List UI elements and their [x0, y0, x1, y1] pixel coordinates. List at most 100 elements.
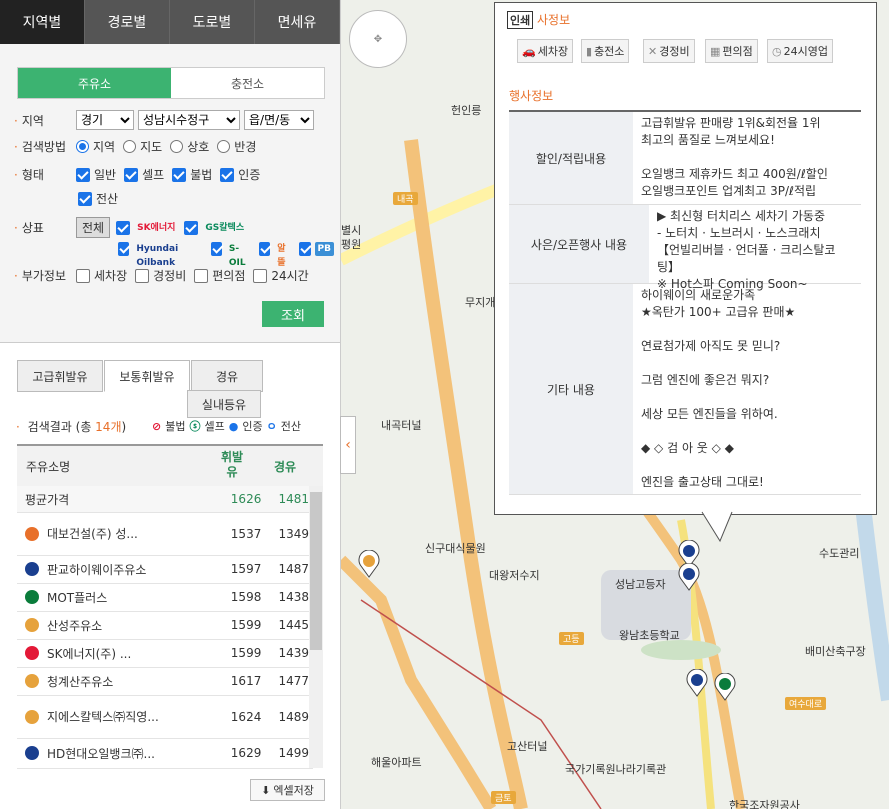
- illegal-icon: ⊘: [152, 419, 162, 433]
- map-label: 대왕저수지: [489, 569, 540, 582]
- tab-regular-gasoline[interactable]: 보통휘발유: [104, 360, 190, 392]
- popup-pointer: [701, 511, 733, 543]
- brand-label: 상표: [14, 219, 76, 236]
- checkbox-icon[interactable]: [184, 220, 199, 235]
- checkbox-icon: [78, 191, 92, 206]
- town-select[interactable]: 읍/면/동: [244, 110, 314, 130]
- map-label: 국가기록원나라기록관: [565, 763, 667, 776]
- method-map[interactable]: 지도: [123, 138, 162, 155]
- brand-all-button[interactable]: 전체: [76, 217, 111, 238]
- hyundai-oilbank-icon: [25, 746, 39, 760]
- service-store: ▦ 편의점: [705, 39, 758, 63]
- type-row: 형태 일반 셀프 불법 인증: [14, 166, 268, 183]
- extra-24h[interactable]: 24시간: [253, 267, 309, 284]
- table-row[interactable]: 산성주유소 1599 1445: [17, 611, 313, 640]
- service-carwash: 🚗 세차장: [517, 39, 574, 63]
- checkbox-icon[interactable]: [258, 242, 271, 256]
- station-pin-icon[interactable]: [357, 550, 381, 578]
- event-info-title: 행사정보: [509, 89, 554, 103]
- station-pin-icon[interactable]: [677, 563, 701, 591]
- map-pan-control[interactable]: ✥: [349, 10, 407, 68]
- tab-road[interactable]: 도로별: [170, 0, 255, 44]
- checkbox-icon[interactable]: [210, 242, 222, 256]
- province-select[interactable]: 경기: [76, 110, 134, 130]
- clock-24-icon: ◷: [772, 44, 782, 58]
- certified-icon: ●: [228, 419, 239, 433]
- checkbox-icon: [135, 268, 150, 283]
- map-label: 내곡터널: [381, 419, 422, 432]
- type-illegal[interactable]: 불법: [172, 166, 212, 183]
- table-row[interactable]: SK에너지(주) ... 1599 1439: [17, 639, 313, 668]
- checkbox-icon[interactable]: [299, 242, 311, 256]
- method-region[interactable]: 지역: [76, 138, 115, 155]
- col-diesel[interactable]: 경유: [274, 458, 296, 475]
- extra-repair[interactable]: 경정비: [135, 267, 186, 284]
- map-label: 신구대식물원: [425, 542, 486, 555]
- radio-icon: [123, 140, 137, 153]
- event-info-table: 할인/적립내용 고급휘발유 판매량 1위&회전율 1위 최고의 품질로 느껴보세…: [509, 110, 861, 495]
- service-24h: ◷ 24시영업: [767, 39, 833, 63]
- tab-region[interactable]: 지역별: [0, 0, 85, 44]
- city-select[interactable]: 성남시수정구: [138, 110, 240, 130]
- extra-label: 부가정보: [14, 267, 76, 284]
- extra-carwash[interactable]: 세차장: [76, 267, 127, 284]
- checkbox-icon[interactable]: [116, 220, 131, 235]
- tab-kerosene[interactable]: 실내등유: [187, 390, 261, 418]
- method-radius[interactable]: 반경: [217, 138, 256, 155]
- checkbox-icon: [194, 268, 209, 283]
- table-row[interactable]: 청계산주유소 1617 1477: [17, 667, 313, 696]
- tab-diesel[interactable]: 경유: [191, 360, 263, 392]
- map-label: 무지개: [465, 296, 496, 309]
- brand-row: 상표 전체 SK에너지 GS칼텍스: [14, 217, 253, 238]
- station-type-tabs: 주유소 충전소: [17, 67, 325, 99]
- station-pin-icon[interactable]: [685, 669, 709, 697]
- map-label: 평원: [341, 238, 362, 251]
- s-oil-icon: [25, 590, 39, 604]
- method-row: 검색방법 지역 지도 상호 반경: [14, 138, 264, 155]
- tab-premium-gasoline[interactable]: 고급휘발유: [17, 360, 103, 392]
- method-name[interactable]: 상호: [170, 138, 209, 155]
- altteul-logo: 알뜰: [277, 244, 286, 268]
- map-label: 수도관리: [819, 547, 860, 560]
- map-label: 성남고등자: [615, 578, 666, 591]
- checkbox-icon: [253, 268, 268, 283]
- table-row[interactable]: 지에스칼텍스㈜직영... 1624 1489: [17, 695, 313, 739]
- checkbox-icon[interactable]: [118, 242, 130, 256]
- map-label: 고산터널: [507, 740, 548, 753]
- print-button[interactable]: 인쇄: [507, 11, 534, 29]
- service-repair: ✕ 경정비: [643, 39, 695, 63]
- table-row[interactable]: HD현대오일뱅크㈜... 1629 1499: [17, 738, 313, 769]
- type-general[interactable]: 일반: [76, 166, 116, 183]
- chevron-left-icon: ‹: [345, 437, 351, 453]
- extra-store[interactable]: 편의점: [194, 267, 245, 284]
- type-self[interactable]: 셀프: [124, 166, 164, 183]
- map-label: 헌인릉: [451, 104, 482, 117]
- tab-charging-station[interactable]: 충전소: [171, 68, 324, 98]
- filter-section: 주유소 충전소 지역 경기 성남시수정구 읍/면/동 검색방법 지역 지도 상호…: [0, 44, 340, 343]
- type-computerized[interactable]: 전산: [78, 190, 118, 207]
- radio-icon: [217, 140, 231, 153]
- tab-route[interactable]: 경로별: [85, 0, 170, 44]
- tab-taxfree[interactable]: 면세유: [255, 0, 340, 44]
- table-row[interactable]: 대보건설(주) 성... 1537 1349: [17, 512, 313, 556]
- type-certified[interactable]: 인증: [220, 166, 260, 183]
- car-icon: 🚗: [522, 44, 536, 58]
- table-row[interactable]: MOT플러스 1598 1438: [17, 583, 313, 612]
- results-scroll-thumb[interactable]: [310, 492, 322, 650]
- table-row[interactable]: 판교하이웨이주유소 1597 1487: [17, 555, 313, 584]
- store-icon: ▦: [710, 44, 721, 58]
- col-gasoline[interactable]: 휘발유: [219, 450, 245, 480]
- checkbox-icon: [220, 167, 235, 182]
- station-pin-icon[interactable]: [713, 673, 737, 701]
- excel-save-button[interactable]: ⬇ 엑셀저장: [250, 779, 325, 801]
- tab-gas-station[interactable]: 주유소: [18, 68, 171, 98]
- checkbox-icon: [124, 167, 139, 182]
- result-legend: ⊘ 불법 ⓢ 셀프 ● 인증 ㅇ 전산: [152, 419, 301, 434]
- map-ic-badge: 고등: [559, 632, 584, 645]
- checkbox-icon: [76, 167, 90, 182]
- checkbox-icon: [172, 167, 187, 182]
- search-button[interactable]: 조회: [262, 301, 324, 327]
- battery-icon: ▮: [586, 44, 593, 58]
- panel-collapse-button[interactable]: ‹: [340, 416, 356, 474]
- station-info-popup: 인쇄 사정보 🚗 세차장 ▮ 충전소 ✕ 경정비 ▦ 편의점 ◷ 24시영업 행사정보 할…: [494, 2, 877, 515]
